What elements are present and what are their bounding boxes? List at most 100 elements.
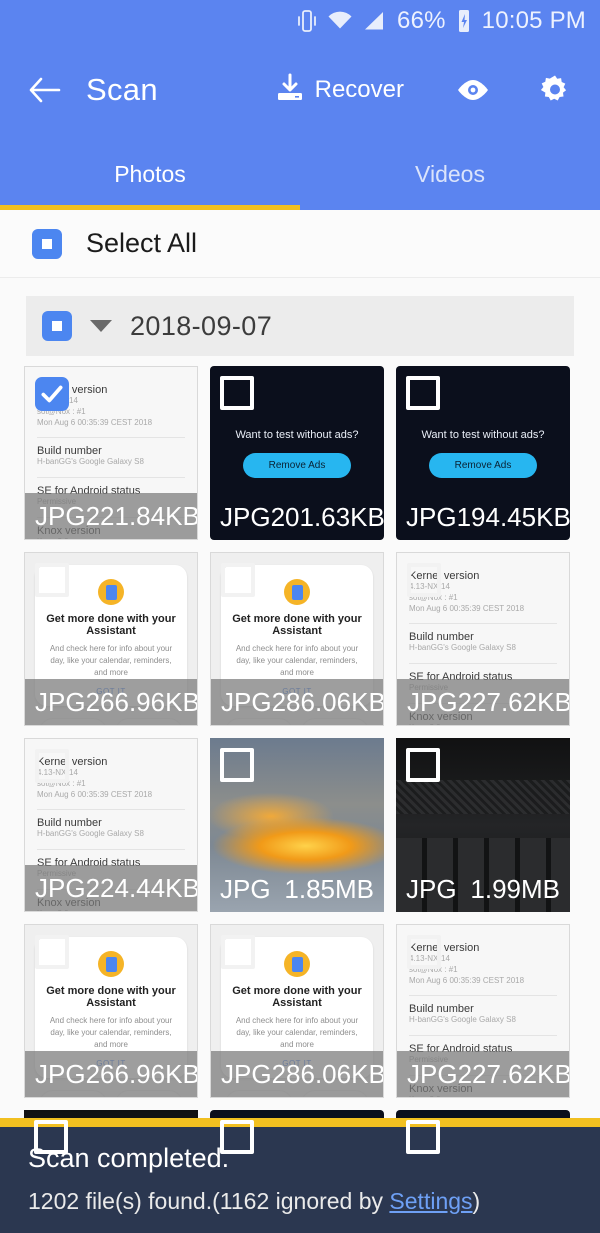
file-checkbox[interactable] <box>407 935 441 969</box>
vibrate-icon <box>297 9 317 33</box>
file-type: JPG <box>35 686 86 717</box>
tab-rule <box>300 205 600 210</box>
file-size: 286.06KB <box>271 1058 384 1089</box>
file-size: 227.62KB <box>457 1058 570 1089</box>
file-size: 201.63KB <box>270 501 384 532</box>
clock: 10:05 PM <box>481 7 586 34</box>
file-checkbox[interactable] <box>406 748 440 782</box>
file-thumbnail[interactable]: Get more done with your Assistant And che… <box>24 552 198 726</box>
file-checkbox[interactable] <box>221 935 255 969</box>
file-checkbox-checked[interactable] <box>35 377 69 411</box>
assistant-heading: Get more done with your Assistant <box>46 985 176 1009</box>
file-checkbox[interactable] <box>220 1120 254 1154</box>
file-meta: JPG 194.45KB <box>396 494 570 540</box>
app-bar: Scan Recover <box>0 42 600 138</box>
assistant-icon <box>284 579 310 605</box>
file-type: JPG <box>35 872 86 903</box>
ad-question: Want to test without ads? <box>421 428 545 441</box>
date-group-header[interactable]: 2018-09-07 <box>26 296 574 356</box>
date-group-label: 2018-09-07 <box>130 310 273 341</box>
assistant-body: And check here for info about your day, … <box>49 644 173 677</box>
file-checkbox[interactable] <box>220 748 254 782</box>
file-checkbox[interactable] <box>35 749 69 783</box>
file-size: 224.44KB <box>85 872 198 903</box>
file-size: 1.85MB <box>284 873 374 904</box>
settings-row-sub: H-banGG's Google Galaxy S8 <box>37 829 144 839</box>
file-thumbnail[interactable]: Get more done with your Assistant And che… <box>210 924 384 1098</box>
file-size: 194.45KB <box>456 501 570 532</box>
tab-photos[interactable]: Photos <box>0 138 300 210</box>
assistant-icon <box>98 951 124 977</box>
file-size: 266.96KB <box>85 1058 198 1089</box>
file-checkbox[interactable] <box>406 376 440 410</box>
scan-status-summary: 1202 file(s) found.(1162 ignored by Sett… <box>28 1188 572 1215</box>
file-checkbox[interactable] <box>35 563 69 597</box>
settings-row-title: Build number <box>409 1003 474 1016</box>
file-grid[interactable]: Kernel version4.13-NX-14sot@Nox : #1Mon … <box>0 356 600 1233</box>
file-type: JPG <box>407 686 458 717</box>
summary-prefix: 1202 file(s) found.(1162 ignored by <box>28 1188 390 1214</box>
assistant-body: And check here for info about your day, … <box>235 644 359 677</box>
date-group-checkbox[interactable] <box>42 311 72 341</box>
eye-icon[interactable] <box>450 67 496 113</box>
file-checkbox[interactable] <box>34 1120 68 1154</box>
file-thumbnail[interactable]: F9 F10 F11 F12JPG1.99MB <box>396 738 570 912</box>
status-banner: Scan completed. 1202 file(s) found.(1162… <box>0 1118 600 1233</box>
file-checkbox[interactable] <box>221 563 255 597</box>
remove-ads-button: Remove Ads <box>242 452 352 478</box>
file-meta: JPG 1.85MB <box>210 866 384 912</box>
file-type: JPG <box>406 873 457 904</box>
settings-row: Build number H-banGG's Google Galaxy S8 <box>37 438 185 479</box>
tab-bar: Photos Videos <box>0 138 600 210</box>
file-size: 266.96KB <box>85 686 198 717</box>
assistant-heading: Get more done with your Assistant <box>232 613 362 637</box>
battery-percent: 66% <box>397 7 446 34</box>
file-type: JPG <box>35 500 86 531</box>
battery-charging-icon <box>456 8 472 34</box>
settings-row-title: Build number <box>37 817 102 830</box>
settings-link[interactable]: Settings <box>389 1188 472 1214</box>
file-meta: JPG 221.84KB <box>25 493 197 539</box>
file-type: JPG <box>406 501 457 532</box>
scan-status-title: Scan completed. <box>28 1143 230 1173</box>
settings-row-sub: H-banGG's Google Galaxy S8 <box>37 457 144 467</box>
assistant-body: And check here for info about your day, … <box>49 1016 173 1049</box>
ad-question: Want to test without ads? <box>235 428 359 441</box>
file-checkbox[interactable] <box>220 376 254 410</box>
file-thumbnail[interactable]: Get more done with your Assistant And che… <box>24 924 198 1098</box>
file-checkbox[interactable] <box>407 563 441 597</box>
file-thumbnail[interactable]: Kernel version4.13-NX-14sot@Nox : #1Mon … <box>24 738 198 912</box>
back-arrow-icon[interactable] <box>22 68 66 112</box>
select-all-row[interactable]: Select All <box>0 210 600 278</box>
tab-active-indicator <box>0 205 300 210</box>
file-thumbnail[interactable]: JPG 1.85MB <box>210 738 384 912</box>
settings-row: Build number H-banGG's Google Galaxy S8 <box>37 810 185 851</box>
file-thumbnail[interactable]: Kernel version4.13-NX-14sot@Nox : #1Mon … <box>24 366 198 540</box>
file-type: JPG <box>221 1058 272 1089</box>
file-size: 227.62KB <box>457 686 570 717</box>
file-thumbnail[interactable]: Kernel version4.13-NX-14sot@Nox : #1Mon … <box>396 552 570 726</box>
file-type: JPG <box>220 501 271 532</box>
file-checkbox[interactable] <box>35 935 69 969</box>
recover-button[interactable]: Recover <box>275 73 404 108</box>
file-meta: JPG 266.96KB <box>25 679 197 725</box>
file-type: JPG <box>407 1058 458 1089</box>
file-meta: JPG 266.96KB <box>25 1051 197 1097</box>
file-thumbnail[interactable]: Want to test without ads? Remove Ads JPG 19… <box>396 366 570 540</box>
settings-row-sub: H-banGG's Google Galaxy S8 <box>409 643 516 653</box>
settings-row: Build number H-banGG's Google Galaxy S8 <box>409 996 557 1037</box>
remove-ads-button: Remove Ads <box>428 452 538 478</box>
file-thumbnail[interactable]: Kernel version4.13-NX-14sot@Nox : #1Mon … <box>396 924 570 1098</box>
triangle-down-icon[interactable] <box>90 320 112 332</box>
page-title: Scan <box>86 72 158 107</box>
file-meta: JPG 201.63KB <box>210 494 384 540</box>
select-all-checkbox[interactable] <box>32 228 62 259</box>
file-thumbnail[interactable]: Get more done with your Assistant And che… <box>210 552 384 726</box>
summary-suffix: ) <box>472 1188 481 1214</box>
tab-videos[interactable]: Videos <box>300 138 600 210</box>
assistant-heading: Get more done with your Assistant <box>46 613 176 637</box>
gear-icon[interactable] <box>532 67 578 113</box>
file-meta: JPG 227.62KB <box>397 1051 569 1097</box>
file-thumbnail[interactable]: Want to test without ads? Remove Ads JPG 20… <box>210 366 384 540</box>
file-checkbox[interactable] <box>406 1120 440 1154</box>
